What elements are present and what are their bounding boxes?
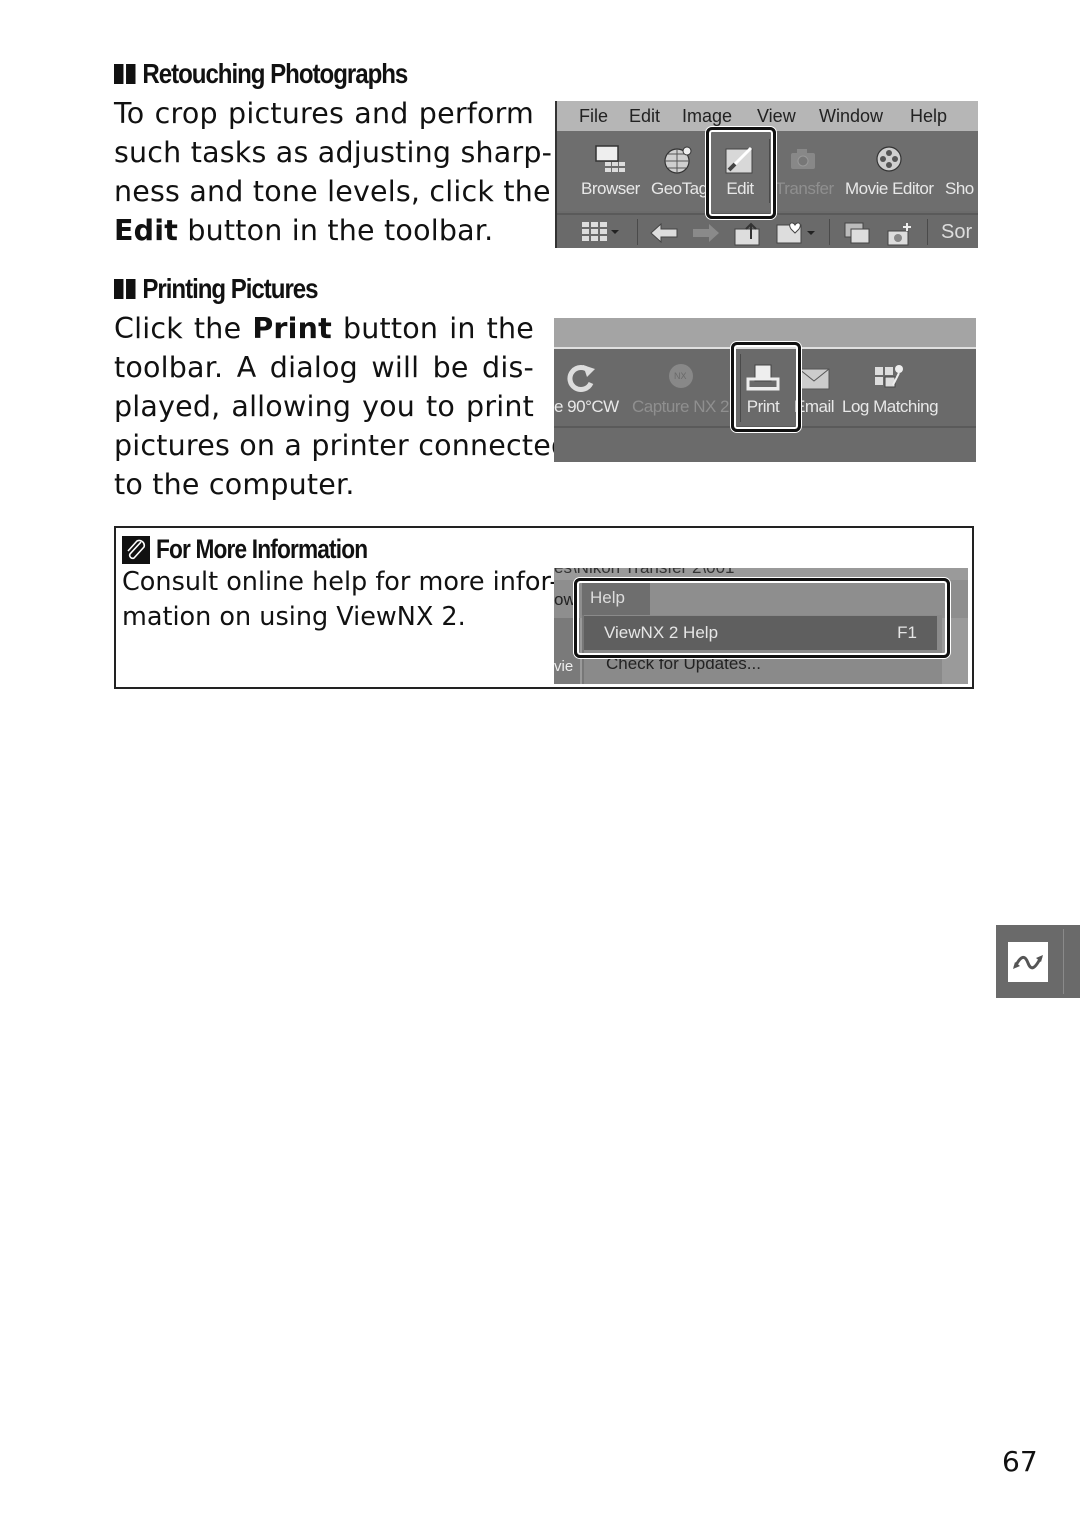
paragraph-line: To crop pictures and perform — [114, 97, 534, 130]
globe-icon — [664, 146, 692, 174]
paragraph-line: toolbar. A dialog will be dis- — [114, 351, 534, 384]
retouching-paragraph: To crop pictures and perform such tasks … — [114, 94, 553, 250]
transfer-button: Transfer — [775, 131, 834, 211]
browser-button[interactable]: Browser — [581, 131, 640, 211]
paragraph-line: such tasks as adjusting sharp- — [114, 136, 553, 169]
movie-editor-button[interactable]: Movie Editor — [845, 131, 934, 211]
tool-label: Sho — [945, 179, 974, 198]
paragraph-line: to the computer. — [114, 468, 355, 501]
envelope-icon — [798, 368, 830, 390]
section-heading-printing: Printing Pictures — [114, 273, 319, 305]
tool-label: Capture NX 2 — [632, 397, 730, 416]
log-matching-button[interactable]: Log Matching — [842, 349, 939, 429]
path-text: es\Nikon Transfer 2\001 — [554, 568, 734, 578]
viewnx-toolbar-screenshot: File Edit Image View Window Help Browser… — [555, 101, 978, 248]
favorite-folder-icon[interactable] — [775, 221, 817, 245]
viewnx-print-toolbar-screenshot: e 90°CW NX Capture NX 2 Print Email Log … — [554, 318, 976, 462]
info-line: Consult online help for more infor- — [122, 567, 559, 597]
print-keyword: Print — [252, 312, 332, 345]
menu-window[interactable]: Window — [819, 106, 883, 127]
printing-paragraph: Click the Print button in the toolbar. A… — [114, 309, 570, 504]
camera-transfer-icon — [791, 149, 816, 169]
tool-label: GeoTag — [651, 179, 708, 198]
back-arrow-icon[interactable] — [649, 221, 679, 245]
paragraph-line: ness and tone levels, click the — [114, 175, 551, 208]
info-heading-text: For More Information — [156, 534, 368, 564]
compare-icon[interactable] — [843, 221, 873, 245]
film-reel-icon — [876, 146, 902, 172]
forward-arrow-icon[interactable] — [691, 221, 721, 245]
capture-nx-icon: NX — [668, 364, 693, 388]
viewnx-help-menu-screenshot: es\Nikon Transfer 2\001 ow Help vie View… — [554, 568, 968, 684]
rotate-cw-icon — [567, 365, 596, 392]
info-line: mation on using ViewNX 2. — [122, 602, 466, 632]
log-matching-icon — [875, 365, 904, 388]
info-body: Consult online help for more infor- mati… — [122, 565, 559, 635]
tool-label: Log Matching — [842, 397, 939, 416]
browser-icon — [595, 145, 626, 172]
connection-arrows-icon — [1008, 942, 1048, 982]
section-heading-retouching: Retouching Photographs — [114, 58, 408, 90]
heading-text: Printing Pictures — [142, 273, 318, 304]
heading-marker-icon — [114, 279, 124, 299]
tool-label: Browser — [581, 179, 640, 198]
chapter-side-tab[interactable] — [996, 925, 1080, 998]
edit-keyword: Edit — [114, 214, 179, 247]
geotag-button[interactable]: GeoTag — [651, 131, 708, 211]
print-highlight-frame — [731, 342, 801, 432]
paragraph-line: Click the Print button in the — [114, 312, 534, 345]
capture-nx2-button: NX Capture NX 2 — [632, 349, 730, 429]
tool-label: Movie Editor — [845, 179, 934, 198]
menu-fragment: ow — [554, 590, 576, 609]
edit-highlight-frame — [706, 127, 776, 219]
tool-label: Transfer — [775, 179, 834, 198]
folder-up-icon[interactable] — [733, 221, 763, 247]
rotate-button[interactable]: e 90°CW — [554, 349, 619, 429]
menu-help[interactable]: Help — [910, 106, 947, 127]
grid-view-icon[interactable] — [581, 221, 621, 245]
paperclip-note-icon — [122, 535, 150, 564]
menu-image[interactable]: Image — [682, 106, 732, 127]
heading-text: Retouching Photographs — [142, 58, 408, 89]
menu-file[interactable]: File — [579, 106, 608, 127]
menu-edit[interactable]: Edit — [629, 106, 660, 127]
paragraph-line: Edit button in the toolbar. — [114, 211, 534, 250]
heading-marker-icon — [126, 279, 136, 299]
menu-view[interactable]: View — [757, 106, 796, 127]
camera-add-icon[interactable] — [885, 221, 915, 247]
paragraph-line: pictures on a printer connected — [114, 429, 570, 462]
help-highlight-frame — [574, 578, 950, 658]
tool-label: e 90°CW — [554, 397, 619, 416]
info-heading: For More Information — [122, 534, 408, 565]
heading-marker-icon — [114, 64, 124, 84]
page-number: 67 — [1002, 1445, 1038, 1478]
sort-label: Sor — [941, 221, 973, 243]
paragraph-text: button in the toolbar. — [178, 214, 494, 247]
slideshow-button[interactable]: Sho — [945, 131, 974, 211]
svg-text:NX: NX — [674, 371, 687, 381]
paragraph-line: played, allowing you to print — [114, 390, 534, 423]
heading-marker-icon — [126, 64, 136, 84]
